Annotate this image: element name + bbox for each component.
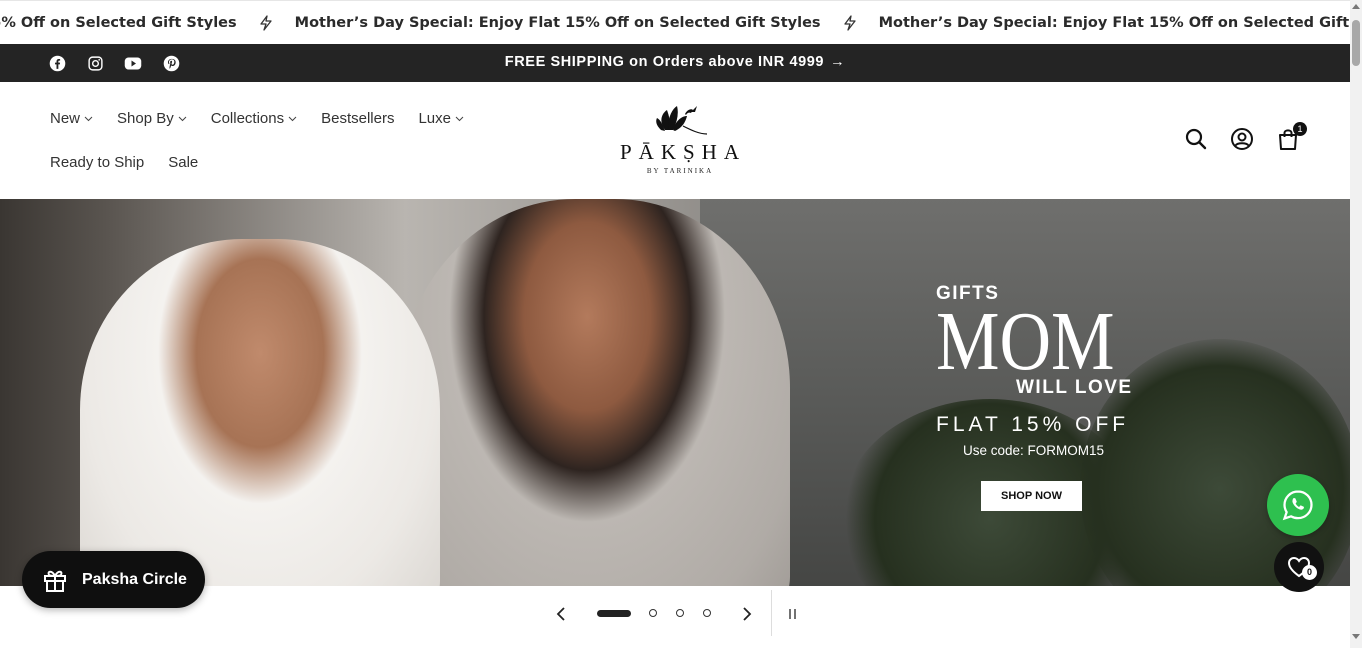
nav-item-ready-to-ship[interactable]: Ready to Ship [50, 154, 144, 171]
site-logo[interactable]: PĀKṢHA BY TARINIKA [600, 100, 760, 175]
chevron-down-icon [178, 116, 187, 121]
paksha-circle-label: Paksha Circle [82, 570, 187, 588]
shop-now-button[interactable]: SHOP NOW [981, 481, 1082, 511]
nav-item-sale[interactable]: Sale [168, 154, 198, 171]
whatsapp-icon [1282, 490, 1313, 521]
lightning-bolt-icon [259, 15, 272, 31]
slide-dot-active[interactable] [597, 610, 631, 617]
slide-dot[interactable] [649, 609, 657, 617]
hero-photo-mother [400, 199, 790, 586]
slide-dot[interactable] [676, 609, 684, 617]
page-scrollbar[interactable] [1350, 0, 1362, 648]
nav-label: New [50, 110, 81, 127]
scrollbar-thumb[interactable] [1352, 20, 1360, 66]
chevron-down-icon [288, 116, 297, 121]
scroll-up-arrow-icon[interactable] [1352, 4, 1360, 9]
chevron-down-icon [84, 116, 93, 121]
divider [771, 590, 772, 636]
gift-icon [44, 570, 66, 592]
cart-count-badge: 1 [1293, 122, 1307, 136]
nav-label: Shop By [117, 110, 174, 127]
nav-label: Ready to Ship [50, 154, 145, 171]
nav-label: Sale [168, 154, 199, 171]
hero-text-block: GIFTS MOM WILL LOVE FLAT 15% OFF Use cod… [936, 283, 1146, 511]
marquee-text: Mother’s Day Special: Enjoy Flat 15% Off… [878, 15, 1350, 31]
search-icon[interactable] [1184, 127, 1208, 151]
wishlist-button[interactable]: 0 [1274, 542, 1324, 592]
announcement-bar: FREE SHIPPING on Orders above INR 4999 → [0, 44, 1350, 82]
hero-photo-daughter [80, 239, 440, 586]
nav-item-collections[interactable]: Collections [211, 110, 297, 127]
hero-headline: MOM [936, 295, 1115, 388]
scroll-down-arrow-icon[interactable] [1352, 634, 1360, 639]
hero-promo-code: Use code: FORMOM15 [963, 443, 1105, 458]
wishlist-count-badge: 0 [1302, 565, 1317, 580]
account-icon[interactable] [1230, 127, 1254, 151]
lightning-bolt-icon [843, 15, 856, 31]
nav-item-bestsellers[interactable]: Bestsellers [321, 110, 394, 127]
main-nav-row-2: Ready to Ship Sale [50, 154, 198, 171]
nav-item-new[interactable]: New [50, 110, 93, 127]
nav-item-shop-by[interactable]: Shop By [117, 110, 187, 127]
logo-tagline: BY TARINIKA [646, 167, 714, 175]
chevron-down-icon [455, 116, 464, 121]
lotus-bird-icon [656, 106, 708, 135]
hero-offer: FLAT 15% OFF [936, 413, 1130, 436]
marquee-item: y Flat 15% Off on Selected Gift Styles [0, 15, 237, 31]
nav-label: Collections [210, 110, 285, 127]
marquee-text: y Flat 15% Off on Selected Gift Styles [0, 15, 237, 31]
chevron-left-icon[interactable] [554, 606, 570, 622]
header-actions: 1 [1184, 122, 1307, 151]
marquee-item: Mother’s Day Special: Enjoy Flat 15% Off… [259, 15, 821, 31]
cart-icon[interactable]: 1 [1276, 122, 1307, 151]
free-shipping-link[interactable]: FREE SHIPPING on Orders above INR 4999 → [0, 54, 1350, 70]
main-nav: New Shop By Collections Bestsellers Luxe [50, 110, 464, 127]
logo-wordmark: PĀKṢHA [619, 140, 747, 164]
marquee-item: Mother’s Day Special: Enjoy Flat 15% Off… [843, 15, 1350, 31]
arrow-right-icon: → [830, 54, 846, 70]
site-header: New Shop By Collections Bestsellers Luxe… [0, 82, 1350, 199]
marquee-text: Mother’s Day Special: Enjoy Flat 15% Off… [294, 15, 821, 31]
slide-dot[interactable] [703, 609, 711, 617]
nav-item-luxe[interactable]: Luxe [418, 110, 464, 127]
slider-controls [0, 586, 1350, 648]
paksha-circle-button[interactable]: Paksha Circle [22, 551, 205, 608]
nav-label: Bestsellers [321, 110, 395, 127]
nav-label: Luxe [418, 110, 451, 127]
whatsapp-button[interactable] [1267, 474, 1329, 536]
pause-icon[interactable] [786, 607, 800, 621]
chevron-right-icon[interactable] [738, 606, 754, 622]
shipping-text: FREE SHIPPING on Orders above INR 4999 [504, 54, 825, 70]
promo-marquee: y Flat 15% Off on Selected Gift Styles M… [0, 0, 1350, 44]
hero-banner[interactable]: GIFTS MOM WILL LOVE FLAT 15% OFF Use cod… [0, 199, 1350, 586]
